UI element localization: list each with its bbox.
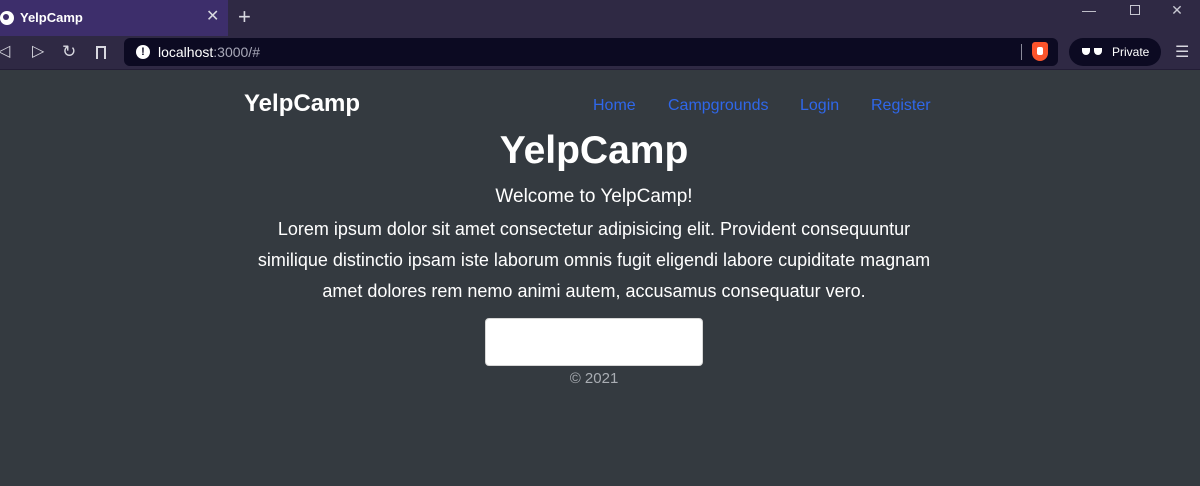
welcome-text: Welcome to YelpCamp! [495,186,693,207]
view-campgrounds-button[interactable] [485,318,703,366]
forward-icon[interactable]: ▷ [32,42,44,62]
maximize-button[interactable] [1112,0,1158,22]
browser-tab[interactable]: YelpCamp ✕ [0,0,228,36]
nav-link-register[interactable]: Register [871,97,931,115]
navbar-brand[interactable]: YelpCamp [244,90,360,118]
page-title: YelpCamp [499,129,689,172]
url-divider [1021,44,1022,60]
url-path: :3000/# [213,44,260,60]
alert-icon[interactable]: ! [136,45,150,59]
browser-toolbar: ◁ ▷ ↻ ! localhost:3000/# Private ☰ [0,36,1200,70]
lead-paragraph: Lorem ipsum dolor sit amet consectetur a… [257,219,931,301]
nav-link-home[interactable]: Home [593,97,636,115]
footer-copyright: © 2021 [569,370,619,387]
minimize-button[interactable]: — [1066,0,1112,22]
bookmark-icon[interactable] [96,46,106,59]
window-close-button[interactable]: ✕ [1154,0,1200,22]
back-icon[interactable]: ◁ [0,42,10,62]
tab-title: YelpCamp [20,10,83,25]
url-text[interactable]: localhost:3000/# [158,44,260,60]
address-bar[interactable]: ! localhost:3000/# [124,38,1058,66]
tab-bar: YelpCamp ✕ + — ✕ [0,0,1200,36]
reload-icon[interactable]: ↻ [62,42,76,62]
brave-icon[interactable] [1032,42,1048,61]
close-icon[interactable]: ✕ [206,8,219,26]
menu-icon[interactable]: ☰ [1175,43,1189,63]
url-host: localhost [158,44,214,60]
nav-link-login[interactable]: Login [800,97,839,115]
private-label: Private [1112,45,1150,59]
globe-icon [0,11,14,25]
private-window-button[interactable]: Private [1069,38,1161,66]
nav-link-campgrounds[interactable]: Campgrounds [668,97,769,115]
glasses-icon [1082,48,1102,55]
plus-icon[interactable]: + [238,5,251,29]
